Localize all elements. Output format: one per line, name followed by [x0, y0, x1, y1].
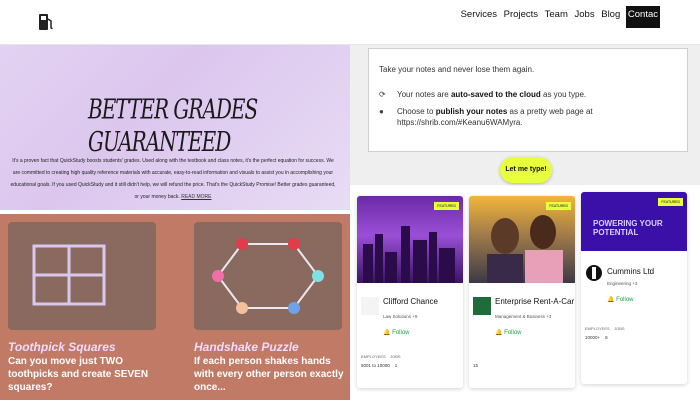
meta-jobs-label: JOBS	[614, 326, 625, 331]
nav-blog[interactable]: Blog	[601, 9, 620, 20]
jobs-count: 8	[605, 335, 608, 340]
featured-badge: FEATURED	[658, 198, 683, 206]
company-logo	[361, 297, 379, 315]
company-card[interactable]: FEATURED Clifford Chance Law Solutions +…	[357, 196, 463, 388]
company-sector: Law Solutions +9	[383, 314, 418, 319]
company-card[interactable]: POWERING YOUR POTENTIAL FEATURED Cummins…	[581, 192, 687, 384]
company-sector: Engineering +3	[607, 281, 638, 286]
card-meta-values: 10000+ 8	[585, 335, 608, 340]
company-logo	[585, 264, 603, 282]
card-meta-labels: EMPLOYEES JOBS	[585, 326, 625, 331]
meta-employees-label: EMPLOYEES	[361, 354, 386, 359]
follow-label: Follow	[504, 330, 522, 336]
read-more-link[interactable]: READ MORE	[181, 194, 211, 200]
nav-team[interactable]: Team	[545, 9, 568, 20]
employees-count: 15	[473, 363, 479, 368]
employees-count: 5001 to 10000	[361, 363, 390, 368]
nav-jobs[interactable]: Jobs	[575, 9, 595, 20]
card-meta-values: 5001 to 10000 1	[361, 363, 397, 368]
notes-row1-a: Your notes are	[397, 90, 451, 99]
globe-icon: ●	[379, 107, 384, 116]
nav-contact-button[interactable]: Contac	[625, 6, 660, 28]
notes-tagline: Take your notes and never lose them agai…	[379, 65, 535, 74]
employees-count: 10000+	[585, 335, 601, 340]
puzzles-section: Toothpick Squares Can you move just TWO …	[0, 214, 350, 400]
follow-label: Follow	[392, 330, 410, 336]
notes-row-publish: ● Choose to publish your notes as a prett…	[379, 106, 593, 128]
puzzle-title[interactable]: Handshake Puzzle	[194, 340, 299, 354]
follow-label: Follow	[616, 297, 634, 303]
handshake-hexagon-icon	[212, 238, 324, 314]
bell-icon: 🔔	[383, 330, 391, 336]
toothpick-puzzle-image[interactable]	[8, 222, 156, 330]
featured-badge: FEATURED	[546, 202, 571, 210]
sync-icon: ⟳	[379, 90, 386, 99]
nav-services[interactable]: Services	[461, 9, 497, 20]
card-meta-labels: EMPLOYEES JOBS	[361, 354, 401, 359]
featured-badge: FEATURED	[434, 202, 459, 210]
company-card[interactable]: FEATURED Enterprise Rent-A-Car Managemen…	[469, 196, 575, 388]
card-meta-values: 15	[473, 363, 478, 368]
hero-headline: POWERING YOUR POTENTIAL	[593, 219, 663, 237]
bell-icon: 🔔	[607, 297, 615, 303]
follow-button[interactable]: 🔔 Follow	[495, 329, 522, 336]
notes-card: Take your notes and never lose them agai…	[368, 48, 688, 152]
follow-button[interactable]: 🔔 Follow	[383, 329, 410, 336]
puzzle-title[interactable]: Toothpick Squares	[8, 340, 116, 354]
meta-employees-label: EMPLOYEES	[585, 326, 610, 331]
gas-pump-icon[interactable]	[38, 12, 54, 32]
company-name[interactable]: Enterprise Rent-A-Car	[495, 297, 574, 306]
grades-text: It's a proven fact that QuickStudy boost…	[10, 158, 336, 200]
nav-menu: Services Projects Team Jobs Blog Contac	[457, 6, 660, 28]
let-me-type-button[interactable]: Let me type!	[500, 157, 552, 183]
company-logo	[473, 297, 491, 315]
puzzle-desc: If each person shakes hands with every o…	[194, 356, 344, 393]
grades-title: BETTER GRADES GUARANTEED	[88, 93, 258, 158]
handshake-puzzle-image[interactable]	[194, 222, 342, 330]
notes-row1-c: as you type.	[540, 90, 587, 99]
top-nav: Services Projects Team Jobs Blog Contac	[0, 0, 700, 44]
grades-banner: BETTER GRADES GUARANTEED It's a proven f…	[0, 45, 350, 210]
grades-body: It's a proven fact that QuickStudy boost…	[8, 155, 338, 203]
jobs-count: 1	[394, 363, 398, 368]
nav-projects[interactable]: Projects	[504, 9, 538, 20]
notes-row2-a: Choose to	[397, 107, 436, 116]
meta-jobs-label: JOBS	[390, 354, 401, 359]
company-sector: Management & Business +3	[495, 314, 552, 319]
notes-url: https://shrib.com/#Keanu6WAMyra.	[397, 118, 523, 127]
puzzle-desc: Can you move just TWO toothpicks and cre…	[8, 356, 149, 393]
notes-row2-c: as a pretty web page at	[507, 107, 593, 116]
company-name[interactable]: Clifford Chance	[383, 297, 438, 306]
notes-row-autosave: ⟳ Your notes are auto-saved to the cloud …	[379, 89, 586, 100]
notes-section: Take your notes and never lose them agai…	[350, 45, 700, 185]
follow-button[interactable]: 🔔 Follow	[607, 296, 634, 303]
company-name[interactable]: Cummins Ltd	[607, 267, 654, 276]
toothpick-grid-icon	[32, 244, 106, 306]
notes-row2-b: publish your notes	[435, 107, 508, 116]
notes-row1-b: auto-saved to the cloud	[450, 90, 541, 99]
bell-icon: 🔔	[495, 330, 503, 336]
